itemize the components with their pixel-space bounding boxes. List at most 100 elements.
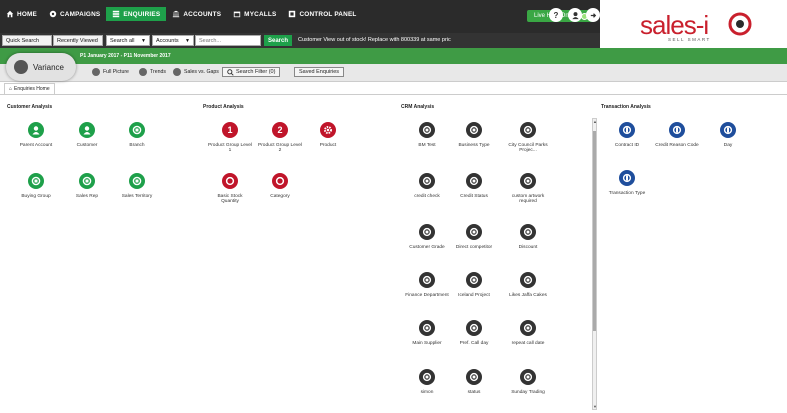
enquiry-toolbar: Full Picture Trends Sales vs. Gaps Searc…	[0, 64, 787, 82]
tile-customer-grade[interactable]: Customer Grade	[405, 224, 449, 250]
brand-swirl-icon	[728, 12, 752, 36]
nav-accounts[interactable]: ACCOUNTS	[166, 7, 227, 21]
nav-enquiries-label: ENQUIRIES	[123, 10, 161, 18]
search-scope-select[interactable]: Search all ▼	[106, 35, 150, 46]
tile-simon[interactable]: simon	[405, 369, 449, 395]
tile-contract-id[interactable]: Contract ID	[605, 122, 649, 148]
calendar-icon	[233, 11, 241, 18]
tile-iceland-project[interactable]: Iceland Project	[452, 272, 496, 298]
tile-product-group-level-2[interactable]: 2 Product Group Level 2	[258, 122, 302, 153]
search-filter-button[interactable]: Search Filter (0)	[222, 67, 281, 77]
logout-button[interactable]	[586, 8, 600, 22]
tile-category[interactable]: Category	[258, 173, 302, 199]
nav-control-panel-label: CONTROL PANEL	[299, 10, 357, 18]
crm-analysis-title: CRM Analysis	[401, 104, 435, 110]
tile-label: repeat call date	[511, 341, 545, 346]
profile-button[interactable]	[568, 8, 582, 22]
tile-label: Product	[319, 143, 337, 148]
tile-buying-group[interactable]: Buying Group	[14, 173, 58, 199]
tile-finance-department[interactable]: Finance Department	[405, 272, 449, 298]
tile-business-type[interactable]: Business Type	[452, 122, 496, 148]
tile-bm-test[interactable]: BM Test	[405, 122, 449, 148]
tile-day[interactable]: Day	[706, 122, 750, 148]
nav-mycalls[interactable]: MYCALLS	[227, 7, 282, 21]
tile-direct-competitor[interactable]: Direct competitor	[452, 224, 496, 250]
tile-repeat-call-date[interactable]: repeat call date	[506, 320, 550, 346]
ring-icon	[222, 173, 238, 189]
crm-scrollbar[interactable]: ▲ ▼	[592, 118, 597, 410]
search-input[interactable]	[195, 35, 261, 46]
full-picture-button[interactable]: Full Picture	[92, 67, 129, 77]
tile-label: Day	[723, 143, 733, 148]
search-button[interactable]: Search	[264, 35, 292, 46]
tile-custom-artwork[interactable]: custom artwork required	[506, 173, 550, 204]
crm-icon	[466, 369, 482, 385]
chevron-down-icon: ▼	[185, 37, 190, 44]
trends-label: Trends	[150, 69, 166, 75]
crm-icon	[419, 320, 435, 336]
tile-label: Sales Rep	[75, 194, 99, 199]
home-icon	[6, 10, 14, 18]
tile-likes-jaffa-cakes[interactable]: Likes Jaffa Cakes	[506, 272, 550, 298]
quick-search-button[interactable]: Quick Search	[2, 35, 52, 46]
search-entity-select[interactable]: Accounts ▼	[152, 35, 194, 46]
crm-icon	[419, 224, 435, 240]
tile-label: Category	[270, 194, 290, 199]
tile-label: simon	[420, 390, 434, 395]
variance-button[interactable]: Variance	[6, 53, 76, 81]
nav-control-panel[interactable]: CONTROL PANEL	[282, 7, 362, 21]
sales-vs-gaps-button[interactable]: Sales vs. Gaps	[173, 67, 219, 77]
period-label: P1 January 2017 - P11 November 2017	[80, 53, 171, 59]
tile-label: Iceland Project	[458, 293, 490, 298]
nav-campaigns-label: CAMPAIGNS	[59, 10, 101, 18]
help-button[interactable]: ?	[549, 8, 563, 22]
tile-label: Product Group Level 1	[208, 143, 252, 153]
scrollbar-thumb[interactable]	[593, 131, 596, 331]
tile-sales-territory[interactable]: Sales Territory	[115, 173, 159, 199]
branch-icon	[129, 122, 145, 138]
recently-viewed-button[interactable]: Recently Viewed	[53, 35, 103, 46]
tile-label: Credit Reason Code	[655, 143, 699, 148]
tile-label: BM Test	[418, 143, 436, 148]
tab-enquiries-home[interactable]: ⌂ Enquiries Home	[4, 83, 55, 94]
nav-mycalls-label: MYCALLS	[244, 10, 277, 18]
tile-credit-check[interactable]: credit check	[405, 173, 449, 199]
tile-discount[interactable]: Discount	[506, 224, 550, 250]
tile-label: Sunday Trading	[511, 390, 545, 395]
tile-main-supplier[interactable]: Main Supplier	[405, 320, 449, 346]
saved-enquiries-button[interactable]: Saved Enquiries	[294, 67, 345, 77]
crm-icon	[466, 320, 482, 336]
tile-label: Discount	[518, 245, 538, 250]
tile-pref-call-day[interactable]: Pref. Call day	[452, 320, 496, 346]
crm-icon	[520, 173, 536, 189]
tile-product-group-level-1[interactable]: 1 Product Group Level 1	[208, 122, 252, 153]
nav-enquiries[interactable]: ENQUIRIES	[106, 7, 167, 21]
tile-city-council-parks[interactable]: City Council Parks Projec...	[506, 122, 550, 153]
tab-strip: ⌂ Enquiries Home	[0, 82, 787, 95]
tile-parent-account[interactable]: Parent Account	[14, 122, 58, 148]
tile-product[interactable]: Product	[306, 122, 350, 148]
tile-label: Pref. Call day	[459, 341, 489, 346]
tile-label: Buying Group	[21, 194, 51, 199]
nav-home[interactable]: HOME	[0, 7, 43, 21]
help-icon: ?	[553, 10, 559, 20]
tile-credit-status[interactable]: Credit Status	[452, 173, 496, 199]
news-ticker: Customer View out of stock! Replace with…	[298, 37, 451, 43]
trends-button[interactable]: Trends	[139, 67, 166, 77]
nav-campaigns[interactable]: CAMPAIGNS	[43, 7, 106, 21]
scroll-up-icon[interactable]: ▲	[593, 119, 597, 124]
tile-label: Basic Stock Quantity	[217, 194, 243, 204]
tile-label: City Council Parks Projec...	[508, 143, 548, 153]
person-icon	[79, 122, 95, 138]
tile-branch[interactable]: Branch	[115, 122, 159, 148]
tile-sunday-trading[interactable]: Sunday Trading	[506, 369, 550, 395]
tile-customer[interactable]: Customer	[65, 122, 109, 148]
scroll-down-icon[interactable]: ▼	[593, 404, 597, 409]
tile-transaction-type[interactable]: Transaction Type	[605, 170, 649, 196]
transaction-icon	[619, 170, 635, 186]
tile-sales-rep[interactable]: Sales Rep	[65, 173, 109, 199]
tile-credit-reason-code[interactable]: Credit Reason Code	[655, 122, 699, 148]
transaction-icon	[669, 122, 685, 138]
tile-status[interactable]: status	[452, 369, 496, 395]
tile-basic-stock-quantity[interactable]: Basic Stock Quantity	[208, 173, 252, 204]
